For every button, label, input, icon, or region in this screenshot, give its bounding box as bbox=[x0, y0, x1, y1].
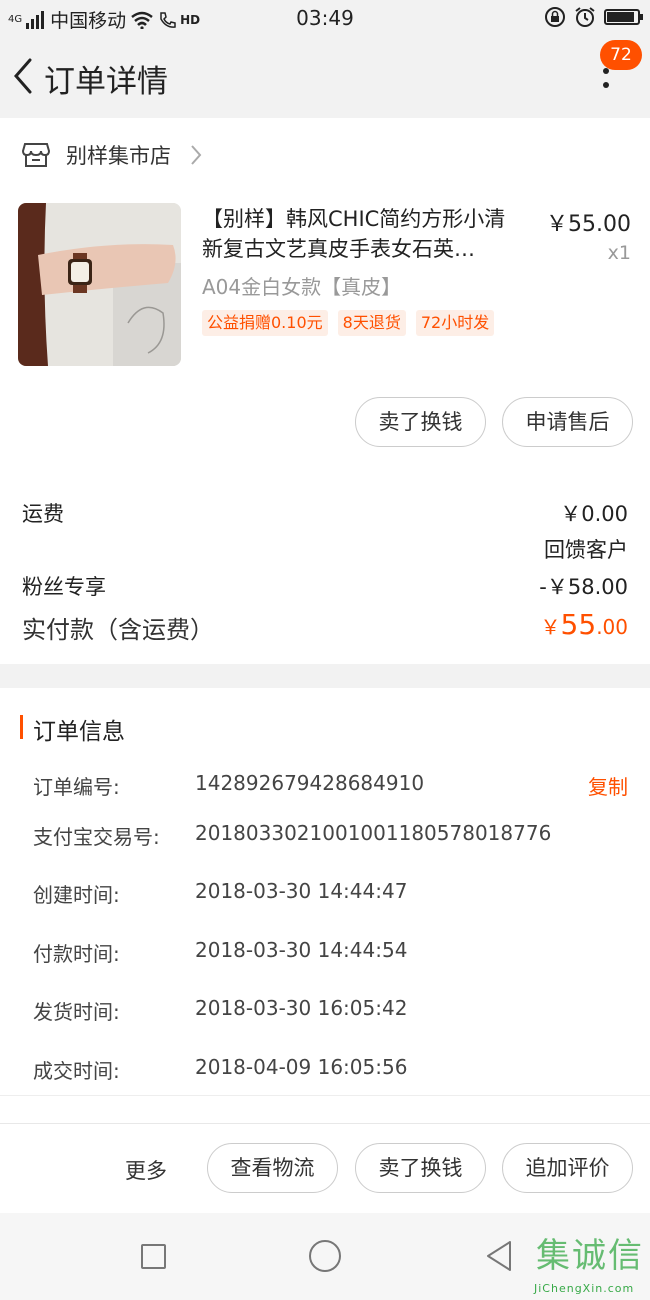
shop-link[interactable]: 别样集市店 bbox=[22, 140, 203, 170]
paid-integer: 55 bbox=[560, 608, 597, 641]
completed-time-label: 成交时间: bbox=[33, 1059, 120, 1083]
view-logistics-button[interactable]: 查看物流 bbox=[207, 1143, 338, 1193]
chevron-right-icon bbox=[191, 145, 202, 165]
section-accent-bar bbox=[20, 715, 23, 739]
status-right bbox=[544, 6, 643, 28]
feedback-label: 回馈客户 bbox=[544, 538, 628, 562]
copy-order-number-button[interactable]: 复制 bbox=[588, 771, 628, 800]
back-arrow-icon[interactable] bbox=[10, 56, 36, 96]
product-image[interactable] bbox=[18, 203, 181, 366]
nav-back-icon[interactable] bbox=[484, 1239, 514, 1273]
product-quantity: x1 bbox=[607, 242, 631, 264]
paid-decimal: .00 bbox=[596, 615, 628, 639]
alipay-trade-value: 2018033021001001180578018776 bbox=[195, 821, 552, 845]
shipped-time-value: 2018-03-30 16:05:42 bbox=[195, 996, 408, 1020]
battery-icon bbox=[604, 9, 643, 25]
site-watermark-logo: 集诚信 JiChengXin.com bbox=[532, 1222, 650, 1300]
created-time-label: 创建时间: bbox=[33, 883, 120, 907]
shipped-time-label: 发货时间: bbox=[33, 1000, 120, 1024]
home-icon[interactable] bbox=[309, 1240, 341, 1272]
bottom-action-bar: 更多 查看物流 卖了换钱 追加评价 bbox=[0, 1123, 650, 1213]
fans-discount-label: 粉丝专享 bbox=[22, 575, 106, 599]
sell-again-button[interactable]: 卖了换钱 bbox=[355, 1143, 486, 1193]
more-menu-icon[interactable] bbox=[594, 68, 618, 104]
order-info-title: 订单信息 bbox=[33, 719, 125, 745]
alipay-trade-label: 支付宝交易号: bbox=[33, 825, 160, 849]
page-title: 订单详情 bbox=[44, 64, 168, 100]
paid-amount: ￥55.00 bbox=[541, 608, 628, 641]
order-number-label: 订单编号: bbox=[33, 775, 120, 799]
product-title[interactable]: 【别样】韩风CHIC简约方形小清新复古文艺真皮手表女石英… bbox=[202, 204, 524, 264]
more-actions-button[interactable]: 更多 bbox=[125, 1155, 167, 1185]
shipping-label: 运费 bbox=[22, 502, 64, 526]
app-header: 订单详情 72 bbox=[0, 36, 650, 118]
fans-discount-value: -￥58.00 bbox=[539, 575, 628, 599]
product-price: ￥55.00 bbox=[546, 212, 631, 237]
watch-photo-illustration bbox=[18, 203, 181, 366]
product-tags: 公益捐赠0.10元 8天退货 72小时发 bbox=[202, 310, 495, 336]
completed-time-value: 2018-04-09 16:05:56 bbox=[195, 1055, 408, 1079]
status-bar: 4G 中国移动 HD 03:49 bbox=[0, 0, 650, 36]
order-info-section: 订单信息 订单编号: 142892679428684910 复制 支付宝交易号:… bbox=[0, 688, 650, 1095]
paid-time-label: 付款时间: bbox=[33, 942, 120, 966]
watermark-text: JiChengXin.com bbox=[534, 1282, 635, 1295]
watermark-glyphs: 集诚信 bbox=[536, 1236, 644, 1276]
shipping-value: ￥0.00 bbox=[560, 502, 628, 526]
paid-time-value: 2018-03-30 14:44:54 bbox=[195, 938, 408, 962]
battery-fill bbox=[607, 12, 634, 22]
alarm-icon bbox=[575, 7, 595, 27]
created-time-value: 2018-03-30 14:44:47 bbox=[195, 879, 408, 903]
message-count-badge[interactable]: 72 bbox=[600, 40, 642, 70]
paid-currency: ￥ bbox=[540, 615, 561, 639]
product-sku: A04金白女款【真皮】 bbox=[202, 275, 402, 299]
tag-shipping: 72小时发 bbox=[415, 310, 495, 336]
add-review-button[interactable]: 追加评价 bbox=[502, 1143, 633, 1193]
tag-return-policy: 8天退货 bbox=[337, 310, 406, 336]
sell-item-button[interactable]: 卖了换钱 bbox=[355, 397, 486, 447]
tag-charity: 公益捐赠0.10元 bbox=[202, 310, 328, 336]
lock-rotation-icon bbox=[545, 7, 565, 27]
order-card: 别样集市店 【别样】韩风CHIC简约方形小清新复古文艺真皮手表女石英… ￥55.… bbox=[0, 118, 650, 664]
shop-name: 别样集市店 bbox=[66, 144, 171, 168]
after-sale-button[interactable]: 申请售后 bbox=[502, 397, 633, 447]
recent-apps-icon[interactable] bbox=[141, 1244, 166, 1269]
paid-label: 实付款（含运费） bbox=[22, 616, 214, 644]
section-divider bbox=[0, 1095, 650, 1123]
store-icon bbox=[22, 143, 50, 167]
order-number-value: 142892679428684910 bbox=[195, 771, 425, 795]
